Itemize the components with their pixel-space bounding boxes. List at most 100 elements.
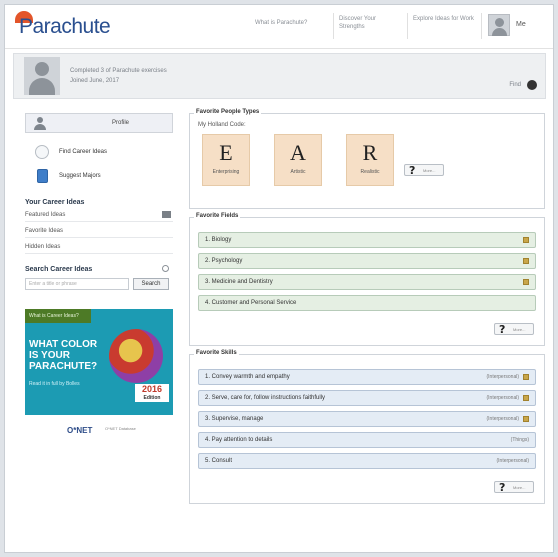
- search-row: Enter a title or phrase Search: [25, 265, 173, 293]
- panel-title: Favorite Fields: [194, 213, 241, 219]
- lock-icon[interactable]: [523, 237, 529, 243]
- search-icon: [162, 265, 169, 272]
- holland-word: Enterprising: [212, 169, 240, 175]
- compass-icon: [35, 145, 49, 159]
- skill-category: (Interpersonal): [486, 416, 519, 422]
- ad-edition: Edition: [143, 395, 161, 401]
- ad-title: WHAT COLOR IS YOUR PARACHUTE?: [29, 339, 98, 372]
- find-career-ideas-link[interactable]: Find Career Ideas: [25, 143, 173, 163]
- skill-row[interactable]: 1. Convey warmth and empathy (Interperso…: [198, 369, 536, 385]
- more-skills-button[interactable]: ? More...: [494, 481, 534, 494]
- nav-divider: [333, 13, 334, 39]
- nav-what-is-parachute[interactable]: What is Parachute?: [255, 19, 307, 27]
- skills-more-wrap: ? More...: [198, 475, 536, 495]
- holland-code-label: My Holland Code:: [198, 122, 246, 128]
- search-heading-label: Search Career Ideas: [25, 266, 93, 273]
- field-row[interactable]: 4. Customer and Personal Service: [198, 295, 536, 311]
- holland-tile-r[interactable]: R Realistic: [346, 134, 394, 186]
- lock-icon[interactable]: [523, 416, 529, 422]
- skill-row[interactable]: 5. Consult (Interpersonal): [198, 453, 536, 469]
- header: Parachute What is Parachute? Discover Yo…: [5, 5, 553, 49]
- holland-letters: E Enterprising A Artistic R Realistic ? …: [198, 134, 536, 190]
- onet-credit[interactable]: O*NET O*NET Database: [25, 425, 173, 439]
- field-label: 4. Customer and Personal Service: [205, 300, 297, 306]
- field-row[interactable]: 2. Psychology: [198, 253, 536, 269]
- field-row[interactable]: 1. Biology: [198, 232, 536, 248]
- more-fields-button[interactable]: ? More...: [494, 323, 534, 336]
- favorite-fields-panel: Favorite Fields 1. Biology 2. Psychology…: [189, 213, 545, 346]
- featured-ideas-label: Featured Ideas: [25, 212, 66, 218]
- field-label: 1. Biology: [205, 237, 232, 243]
- settings-icon[interactable]: [527, 80, 537, 90]
- book-icon: [37, 169, 48, 183]
- more-people-types-button[interactable]: ? More...: [404, 164, 444, 177]
- find-label[interactable]: Find: [509, 82, 521, 88]
- me-menu[interactable]: Me: [516, 21, 526, 28]
- hidden-ideas-link[interactable]: Hidden Ideas: [25, 241, 173, 254]
- holland-letter: A: [290, 140, 306, 165]
- help-icon: ?: [499, 323, 506, 336]
- nav-divider: [407, 13, 408, 39]
- joined-date: Joined June, 2017: [70, 78, 120, 84]
- logo[interactable]: Parachute: [19, 15, 111, 39]
- progress-text: Completed 3 of Parachute exercises: [70, 68, 167, 74]
- holland-tile-a[interactable]: A Artistic: [274, 134, 322, 186]
- skill-category: (Interpersonal): [496, 458, 529, 464]
- skill-row[interactable]: 4. Pay attention to details (Things): [198, 432, 536, 448]
- field-row[interactable]: 3. Medicine and Dentistry: [198, 274, 536, 290]
- field-label: 3. Medicine and Dentistry: [205, 279, 273, 285]
- holland-tile-e[interactable]: E Enterprising: [202, 134, 250, 186]
- search-button[interactable]: Search: [133, 278, 169, 290]
- person-icon: [34, 117, 46, 130]
- profile-button[interactable]: Profile: [25, 113, 173, 133]
- lock-icon[interactable]: [523, 279, 529, 285]
- main-content: Favorite People Types My Holland Code: E…: [189, 109, 545, 512]
- nav-discover-strengths[interactable]: Discover Your Strengths: [339, 15, 403, 31]
- help-icon: ?: [499, 481, 506, 494]
- suggest-majors-label: Suggest Majors: [59, 173, 101, 179]
- skill-category: (Interpersonal): [486, 395, 519, 401]
- favorite-skills-panel: Favorite Skills 1. Convey warmth and emp…: [189, 350, 545, 504]
- search-heading: Search Career Ideas: [25, 266, 173, 273]
- nav-explore-ideas[interactable]: Explore Ideas for Work: [413, 15, 477, 23]
- lock-icon[interactable]: [523, 374, 529, 380]
- holland-letter: R: [362, 140, 378, 165]
- ad-tagline: What is Career Ideas?: [25, 309, 91, 323]
- find-career-ideas-label: Find Career Ideas: [59, 149, 108, 155]
- profile-avatar-icon[interactable]: [24, 57, 60, 95]
- skill-row[interactable]: 2. Serve, care for, follow instructions …: [198, 390, 536, 406]
- skill-category: (Interpersonal): [486, 374, 519, 380]
- holland-letter: E: [219, 140, 233, 165]
- suggest-majors-link[interactable]: Suggest Majors: [25, 167, 173, 187]
- more-label: More...: [423, 168, 436, 173]
- nav-divider: [481, 13, 482, 39]
- sidebar: Profile Find Career Ideas Suggest Majors…: [25, 113, 173, 439]
- profile-banner: Completed 3 of Parachute exercises Joine…: [13, 53, 546, 99]
- ad-year-badge: 2016 Edition: [135, 384, 169, 402]
- lock-icon[interactable]: [523, 395, 529, 401]
- onet-text: O*NET Database: [105, 426, 136, 431]
- list-icon: [162, 211, 171, 218]
- help-icon: ?: [409, 164, 416, 177]
- parachute-illustration-icon: [109, 329, 163, 383]
- more-label: More...: [513, 485, 526, 490]
- skill-label: 2. Serve, care for, follow instructions …: [205, 395, 326, 401]
- user-avatar-icon[interactable]: [488, 14, 510, 36]
- holland-word: Artistic: [290, 169, 306, 175]
- skill-label: 4. Pay attention to details: [205, 437, 273, 443]
- skill-row[interactable]: 3. Supervise, manage (Interpersonal): [198, 411, 536, 427]
- fields-more-wrap: ? More...: [198, 317, 536, 337]
- skill-label: 5. Consult: [205, 458, 233, 464]
- lock-icon[interactable]: [523, 258, 529, 264]
- search-input[interactable]: Enter a title or phrase: [25, 278, 129, 290]
- featured-ideas-link[interactable]: Featured Ideas: [25, 209, 173, 222]
- favorite-people-types-panel: Favorite People Types My Holland Code: E…: [189, 109, 545, 209]
- favorite-ideas-link[interactable]: Favorite Ideas: [25, 225, 173, 238]
- ad-subtitle: Read it in full by Bolles: [29, 381, 80, 387]
- holland-word: Realistic: [360, 169, 380, 175]
- panel-title: Favorite Skills: [194, 350, 239, 356]
- more-label: More...: [513, 327, 526, 332]
- book-ad-banner[interactable]: What is Career Ideas? WHAT COLOR IS YOUR…: [25, 309, 173, 415]
- app-window: Parachute What is Parachute? Discover Yo…: [4, 4, 554, 553]
- profile-label: Profile: [112, 120, 130, 126]
